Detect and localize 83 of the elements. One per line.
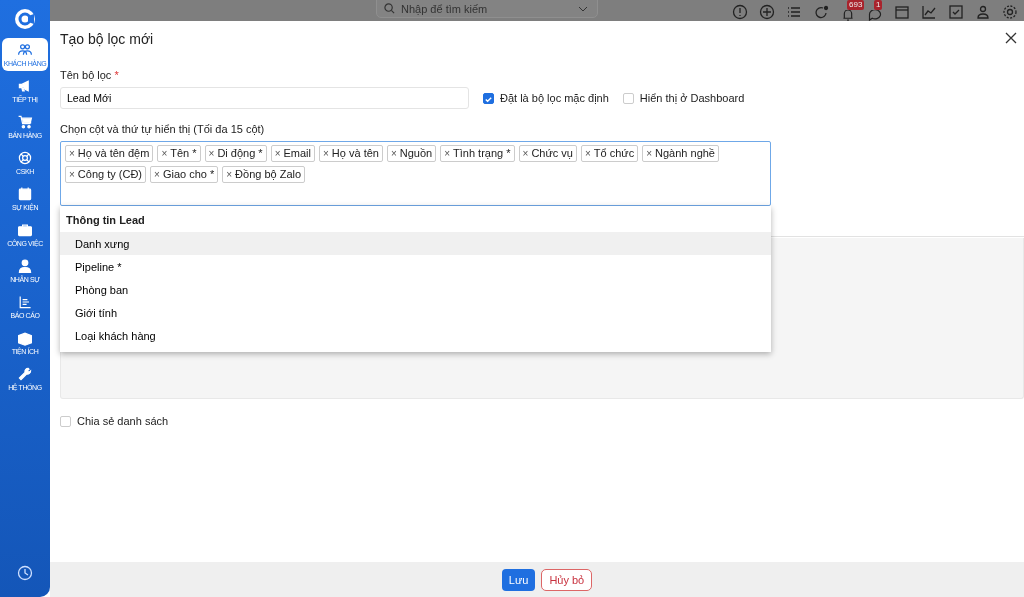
cart-icon (17, 114, 33, 130)
dropdown-option[interactable]: Giới tính (60, 301, 771, 324)
checkbox-icon[interactable] (948, 4, 964, 20)
checkbox-label: Hiển thị ở Dashboard (639, 92, 745, 104)
column-tag[interactable]: × Tổ chức (581, 145, 639, 162)
dropdown-option[interactable]: Danh xưng (60, 232, 771, 255)
column-tag[interactable]: × Ngành nghề (642, 145, 719, 162)
tag-label: Giao cho * (162, 168, 215, 181)
remove-icon[interactable]: × (444, 147, 451, 160)
tag-label: Nguồn (399, 147, 433, 160)
lifebuoy-icon (17, 150, 33, 166)
remove-icon[interactable]: × (323, 147, 329, 160)
required-mark: * (114, 69, 119, 81)
remove-icon[interactable]: × (161, 147, 168, 160)
user-icon[interactable] (975, 4, 991, 20)
remove-icon[interactable]: × (390, 147, 397, 160)
tag-label: Tình trạng * (453, 147, 511, 160)
calendar-icon[interactable] (894, 4, 910, 20)
dropdown-option[interactable]: Phòng ban (60, 278, 771, 301)
tag-label: Họ và tên (331, 147, 379, 160)
checkbox[interactable] (483, 92, 494, 104)
column-tag[interactable]: × Chức vụ (518, 145, 577, 162)
cancel-button[interactable]: Hủy bỏ (541, 568, 593, 591)
settings-icon[interactable] (1002, 4, 1018, 20)
field-label: Chọn cột và thứ tự hiển thị (Tối đa 15 cột) (60, 123, 266, 135)
tag-label: Đồng bộ Zalo (235, 168, 302, 181)
logo-icon (14, 8, 36, 30)
search-icon (384, 3, 395, 14)
column-tag[interactable]: × Đồng bộ Zalo (222, 166, 306, 183)
remove-icon[interactable]: × (522, 147, 529, 160)
group-heading: Thông tin Lead (65, 213, 146, 228)
checkbox-label: Chia sẻ danh sách (77, 415, 169, 427)
count-badge: 693 (847, 0, 865, 10)
remove-icon[interactable]: × (274, 147, 281, 160)
search-field[interactable]: Nhập để tìm kiếm (376, 0, 598, 18)
chevron-icon (578, 6, 588, 12)
list-icon[interactable] (786, 4, 802, 20)
remove-icon[interactable]: × (69, 147, 75, 160)
remove-icon[interactable]: × (154, 168, 160, 181)
close-icon[interactable] (1004, 32, 1018, 46)
dropdown-option[interactable]: Pipeline * (60, 255, 771, 278)
column-tag[interactable]: × Tên * (157, 145, 201, 162)
count-badge: 1 (874, 0, 883, 10)
field-label: Tên bộ lọc (60, 69, 112, 81)
checkbox-label: Đặt là bộ lọc mặc định (500, 92, 609, 104)
column-tag[interactable]: × Họ và tên (319, 145, 383, 162)
column-tag[interactable]: × Công ty (CĐ) (65, 166, 147, 183)
filter-name-field[interactable]: Lead Mới (60, 87, 469, 109)
column-tag[interactable]: × Tình trạng * (440, 145, 515, 162)
remove-icon[interactable]: × (585, 147, 591, 160)
briefcase-icon (17, 222, 33, 238)
tag-label: Tổ chức (593, 147, 635, 160)
tag-label: Họ và tên đệm (77, 147, 150, 160)
tag-label: Email (283, 147, 311, 160)
tag-label: Chức vụ (531, 147, 573, 160)
remove-icon[interactable]: × (208, 147, 215, 160)
remove-icon[interactable]: × (69, 168, 75, 181)
clock-icon[interactable] (17, 565, 33, 581)
column-tag[interactable]: × Di động * (204, 145, 267, 162)
column-tag[interactable]: × Nguồn (386, 145, 437, 162)
people-icon (17, 42, 33, 58)
column-tag[interactable]: × Giao cho * (150, 166, 219, 183)
column-tag[interactable]: × Email (270, 145, 315, 162)
person-icon (17, 258, 33, 274)
save-button[interactable]: Lưu (501, 568, 536, 591)
tag-label: Ngành nghề (655, 147, 715, 160)
report-icon (17, 294, 33, 310)
column-select-field[interactable]: × Họ và tên đệm × Tên * × Di động * × Email × Họ và tên × Nguồn × Tình trạng * × Chức vụ × Tổ chức × Ngành nghề × Công ty (CĐ) × Giao cho * × Đồng bộ Zalo (60, 141, 771, 206)
dropdown-option[interactable]: Loại khách hàng (60, 324, 771, 347)
dialog-title: Tạo bộ lọc mới (60, 31, 154, 47)
message-icon[interactable] (868, 10, 882, 21)
calendar-icon (17, 186, 33, 202)
chart-icon[interactable] (921, 4, 937, 20)
remove-icon[interactable]: × (226, 168, 233, 181)
tag-label: Di động * (217, 147, 263, 160)
wrench-icon (17, 366, 33, 382)
add-icon[interactable] (759, 4, 775, 20)
column-tag[interactable]: × Họ và tên đệm (65, 145, 154, 162)
tag-label: Tên * (170, 147, 197, 160)
bell-icon[interactable] (841, 10, 855, 21)
remove-icon[interactable]: × (646, 147, 653, 160)
info-icon[interactable] (732, 4, 748, 20)
tag-label: Công ty (CĐ) (77, 168, 143, 181)
